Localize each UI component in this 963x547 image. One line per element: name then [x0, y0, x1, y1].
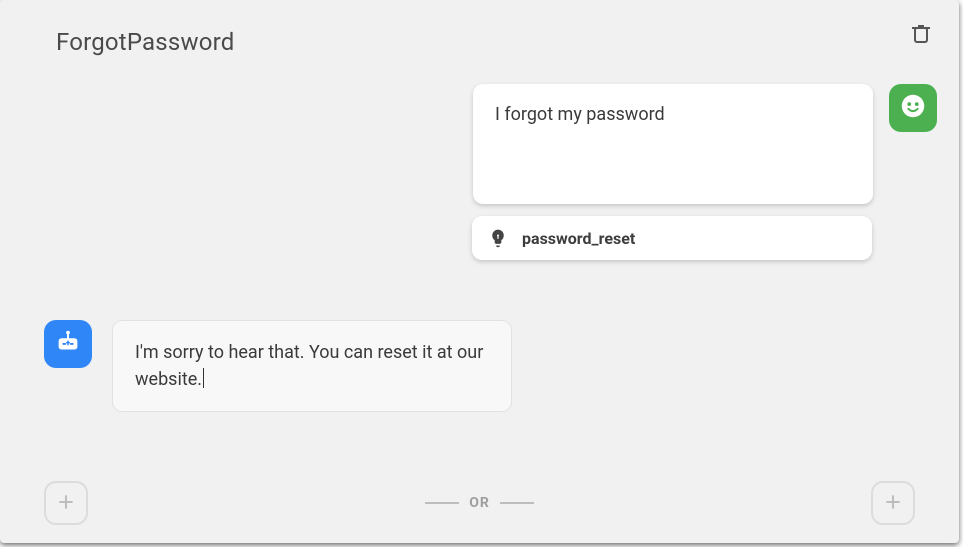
story-title: ForgotPassword: [56, 28, 234, 56]
robot-icon: [53, 327, 83, 361]
text-cursor: [203, 368, 204, 388]
plus-icon: [56, 492, 76, 515]
user-message-row: I forgot my password: [473, 84, 937, 204]
user-face-icon: [898, 91, 928, 125]
add-step-left-button[interactable]: [44, 481, 88, 525]
divider-line: [425, 502, 459, 504]
or-label: OR: [469, 495, 490, 511]
divider-line: [500, 502, 534, 504]
plus-icon: [883, 492, 903, 515]
bottom-bar: OR: [0, 477, 959, 529]
user-message-text: I forgot my password: [495, 104, 665, 125]
intent-name: password_reset: [522, 229, 635, 248]
or-separator: OR: [425, 495, 534, 511]
trash-icon: [909, 31, 933, 50]
add-step-right-button[interactable]: [871, 481, 915, 525]
bot-message-row: I'm sorry to hear that. You can reset it…: [44, 320, 512, 412]
story-card: ForgotPassword I forgot my password: [0, 0, 959, 543]
delete-story-button[interactable]: [909, 22, 937, 50]
bot-message-text: I'm sorry to hear that. You can reset it…: [135, 342, 483, 390]
bot-avatar: [44, 320, 92, 368]
lightbulb-icon: [488, 228, 508, 248]
user-avatar: [889, 84, 937, 132]
intent-chip[interactable]: password_reset: [472, 216, 872, 260]
user-message-bubble[interactable]: I forgot my password: [473, 84, 873, 204]
bot-message-bubble[interactable]: I'm sorry to hear that. You can reset it…: [112, 320, 512, 412]
